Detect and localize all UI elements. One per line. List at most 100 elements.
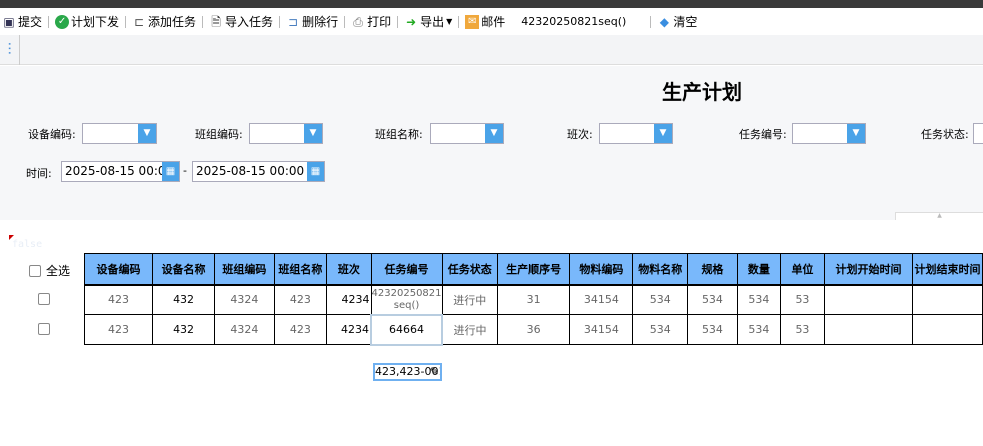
collapse-panel-button[interactable]: ▲ [895,212,983,220]
production-plan-table: 设备编码 设备名称 班组编码 班组名称 班次 任务编号 任务状态 生产顺序号 物料编码 物料名称规… [84,253,983,346]
table-cell[interactable]: 432 [151,284,216,315]
table-cell[interactable]: 534 [736,284,781,315]
table-cell[interactable]: 64664 [370,313,444,346]
table-cell[interactable]: 53 [779,284,825,315]
table-cell[interactable]: 进行中 [441,314,499,345]
filter-toggle-bar: ⫶ [0,35,983,65]
delete-row-icon: ⊐ [288,14,299,29]
table-cell[interactable]: 34154 [569,284,634,315]
eraser-icon: ◆ [659,14,669,29]
table-cell[interactable]: 423 [84,284,153,315]
divider [397,15,399,28]
window-top-bar [0,0,983,8]
column-header[interactable]: 规格 [687,253,738,286]
column-header[interactable]: 计划开始时间 [823,253,914,286]
calendar-icon[interactable]: ▦ [162,162,179,181]
divider [48,15,50,28]
table-cell[interactable]: 432 [151,314,216,345]
table-cell[interactable]: 53 [779,314,825,345]
clear-button[interactable]: ◆ 清空 [657,13,698,30]
table-cell[interactable] [912,284,983,315]
delete-row-button[interactable]: ⊐ 删除行 [286,13,338,30]
table-cell[interactable] [823,284,914,315]
table-cell[interactable]: 423 [84,314,153,345]
table-cell[interactable]: 534 [736,314,781,345]
table-cell[interactable]: 4234 [326,284,372,315]
export-button[interactable]: ➜ 导出 ▼ [404,13,452,30]
column-header[interactable]: 设备名称 [151,253,216,286]
team-code-select[interactable]: ▼ [249,123,323,144]
start-time-input[interactable]: 2025-08-15 00:00 ▦ [61,161,180,182]
column-header[interactable]: 班次 [326,253,372,286]
column-header[interactable]: 物料名称 [632,253,689,286]
column-header[interactable]: 单位 [779,253,825,286]
table-cell[interactable]: 534 [687,284,738,315]
table-cell[interactable]: 4234 [326,314,372,345]
table-cell[interactable]: 423 [273,284,328,315]
column-header[interactable]: 物料编码 [569,253,634,286]
column-header[interactable]: 任务状态 [441,253,499,286]
task-status-select[interactable] [973,123,983,144]
divider [344,15,346,28]
chevron-down-icon[interactable]: ▼ [304,124,322,143]
select-all-checkbox[interactable] [29,264,41,277]
table-cell[interactable]: 31 [497,284,571,315]
chevron-down-icon[interactable]: ▼ [847,124,865,143]
import-task-button[interactable]: 🗎 导入任务 [209,13,273,30]
export-icon: ➜ [406,14,417,29]
column-header[interactable]: 数量 [736,253,781,286]
seq-text: 42320250821seq() [521,15,627,28]
table-cell[interactable]: 34154 [569,314,634,345]
table-cell[interactable]: 534 [687,314,738,345]
table-row[interactable]: 423 432 4324 423 4234 64664 进行中 36 34154 534 534 53… [84,313,983,346]
time-separator: - [183,164,187,177]
column-header[interactable]: 班组编码 [214,253,275,286]
search-panel: 生产计划 设备编码: ▼ 班组编码: ▼ 班组名称: ▼ 班次: ▼ 任务编号:… [0,66,983,220]
divider [279,15,281,28]
team-code-label: 班组编码: [195,128,243,141]
select-all[interactable]: 全选 [29,262,70,279]
mail-icon: ✉ [465,14,480,29]
mail-button[interactable]: ✉ 邮件 [465,13,505,30]
device-code-select[interactable]: ▼ [82,123,157,144]
table-cell[interactable] [912,314,983,345]
divider [458,15,460,28]
table-row[interactable]: 423 432 4324 423 4234 42320250821 seq() 进行中 31 3… [84,284,983,315]
add-task-button[interactable]: ⊏ 添加任务 [132,13,196,30]
shift-label: 班次: [567,128,593,141]
chevron-down-icon[interactable]: ▼ [654,124,672,143]
row-checkbox[interactable] [38,323,50,335]
hint-text: false [12,239,43,250]
task-no-select[interactable]: ▼ [792,123,866,144]
shift-select[interactable]: ▼ [599,123,673,144]
column-header[interactable]: 班组名称 [273,253,328,286]
end-time-input[interactable]: 2025-08-15 00:00 ▦ [192,161,325,182]
column-header[interactable]: 任务编号 [370,253,443,286]
table-cell[interactable]: 4324 [214,314,275,345]
table-cell[interactable]: 42320250821 seq() [370,284,443,315]
chevron-down-icon[interactable]: ▼ [485,124,503,143]
toolbar: ▣ 提交 ✓ 计划下发 ⊏ 添加任务 🗎 导入任务 ⊐ 删除行 ⎙ 打印 ➜ 导出 ▼ ✉ 邮件 … [0,8,983,35]
column-header[interactable]: 设备编码 [84,253,153,286]
table-cell[interactable]: 534 [632,314,689,345]
chevron-down-icon[interactable]: ▼ [138,124,156,143]
column-header[interactable]: 计划结束时间 [912,253,983,286]
dispatch-plan-button[interactable]: ✓ 计划下发 [55,13,119,30]
divider [650,15,652,28]
table-cell[interactable] [823,314,914,345]
table-cell[interactable]: 423 [273,314,328,345]
filter-sliders-icon[interactable]: ⫶ [0,35,20,65]
pencil-icon: ✎ [429,365,439,378]
time-label: 时间: [26,167,52,180]
print-button[interactable]: ⎙ 打印 [351,13,391,30]
team-name-select[interactable]: ▼ [430,123,504,144]
submit-button[interactable]: ▣ 提交 [2,13,42,30]
row-checkbox[interactable] [38,293,50,305]
column-header[interactable]: 生产顺序号 [497,253,571,286]
table-cell[interactable]: 进行中 [441,284,499,315]
cell-editor-input[interactable]: 423,423-001 ✎ [373,363,442,381]
calendar-icon[interactable]: ▦ [307,162,324,181]
table-cell[interactable]: 534 [632,284,689,315]
table-cell[interactable]: 36 [497,314,571,345]
table-cell[interactable]: 4324 [214,284,275,315]
